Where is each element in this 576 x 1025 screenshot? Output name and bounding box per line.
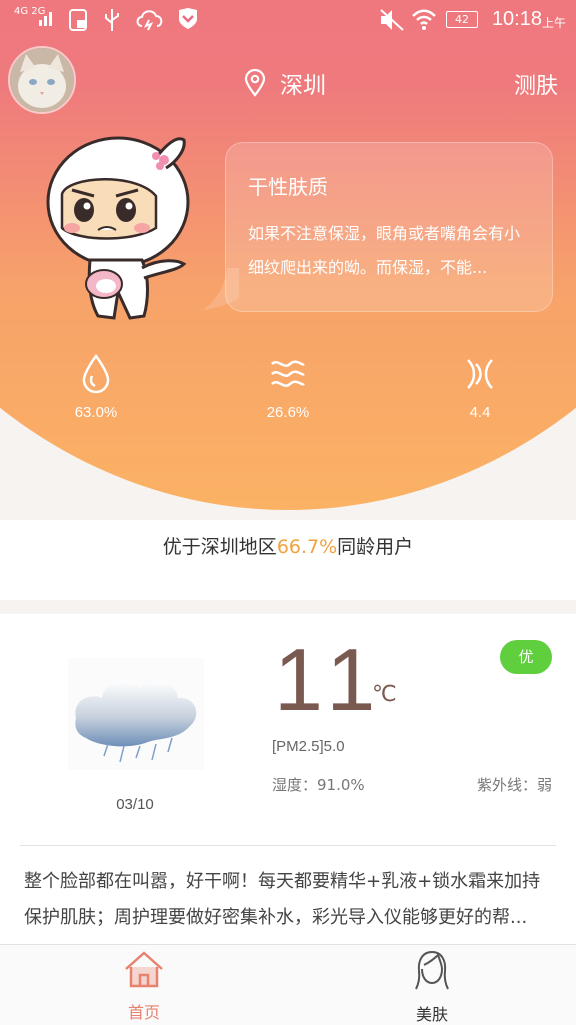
mascot-illustration: [46, 136, 190, 320]
uv-index-value: 紫外线：弱: [476, 776, 552, 794]
oil-wave-icon: [271, 360, 305, 387]
location-selector[interactable]: 深圳: [244, 66, 326, 100]
elasticity-icon: [467, 359, 493, 389]
stat-oil: 26.6%: [238, 354, 338, 421]
clock-time: 10:18: [491, 8, 542, 30]
bottom-tab-bar: 首页 美肤: [0, 944, 576, 1025]
weather-card[interactable]: 03/10 11 ℃ 优 [PM2.5]5.0 湿度：91.0% 紫外线：弱 整…: [0, 614, 576, 944]
stat-oil-value: 26.6%: [266, 404, 310, 421]
rain-cloud-icon: [68, 658, 204, 770]
card-divider: [20, 845, 556, 846]
temperature-value: 11: [274, 630, 386, 729]
status-bar: 4G 2G 42 10:18 上午: [0, 0, 576, 40]
cat-avatar-image: [10, 48, 74, 112]
wifi-icon: [412, 9, 436, 30]
battery-indicator: 42: [446, 11, 478, 28]
tab-home[interactable]: 首页: [84, 949, 204, 1023]
stat-moisture-value: 63.0%: [74, 404, 118, 421]
air-quality-badge: 优: [500, 640, 552, 674]
avatar[interactable]: [8, 46, 76, 114]
cloud-sync-icon: [136, 10, 163, 31]
skin-type-description: 如果不注意保湿，眼角或者嘴角会有小细纹爬出来的呦。而保湿，不能...: [248, 224, 521, 277]
weather-date: 03/10: [116, 796, 154, 813]
shield-icon: [179, 8, 197, 29]
ranking-text: 优于深圳地区66.7%同龄用户: [0, 532, 576, 559]
stat-elasticity: 4.4: [430, 354, 530, 421]
usb-icon: [105, 9, 119, 31]
ranking-suffix: 同龄用户: [337, 536, 414, 558]
tab-beauty-label: 美肤: [415, 1005, 448, 1024]
clock-ampm: 上午: [541, 16, 566, 30]
ranking-prefix: 优于深圳地区: [162, 536, 277, 558]
sim-card-icon: [69, 9, 87, 31]
location-name: 深圳: [280, 73, 326, 99]
woman-face-icon: [415, 951, 449, 990]
measure-skin-button[interactable]: 测肤: [514, 68, 558, 100]
tab-home-label: 首页: [127, 1003, 160, 1022]
ranking-percent: 66.7%: [276, 536, 338, 558]
water-drop-icon: [82, 354, 110, 394]
skin-type-title: 干性肤质: [248, 175, 328, 199]
humidity-value: 湿度：91.0%: [272, 776, 365, 794]
mute-icon: [380, 9, 404, 31]
skin-type-bubble[interactable]: 干性肤质 如果不注意保湿，眼角或者嘴角会有小细纹爬出来的呦。而保湿，不能...: [225, 142, 553, 312]
skin-care-tip: 整个脸部都在叫嚣，好干啊！每天都要精华+乳液+锁水霜来加持保护肌肤；周护理要做好…: [24, 871, 541, 928]
pm25-value: [PM2.5]5.0: [272, 738, 345, 755]
home-icon: [125, 951, 163, 988]
tab-beauty[interactable]: 美肤: [372, 949, 492, 1025]
stat-elasticity-value: 4.4: [469, 404, 491, 421]
temperature-unit: ℃: [372, 682, 397, 707]
location-pin-icon: [244, 69, 266, 97]
signal-bars-icon: [39, 12, 52, 26]
stat-moisture: 63.0%: [46, 354, 146, 421]
